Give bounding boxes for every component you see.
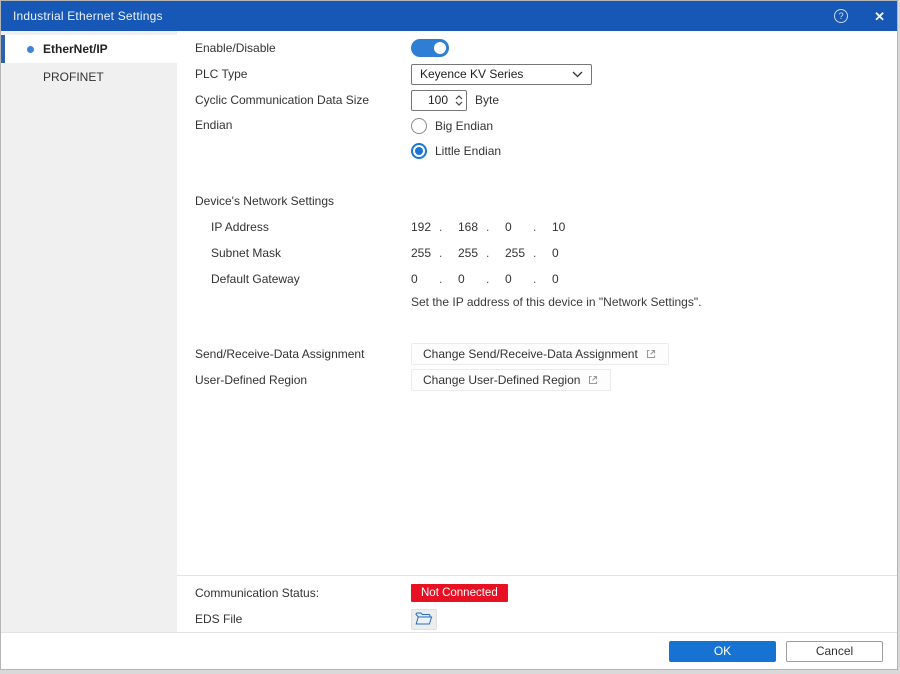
title-bar: Industrial Ethernet Settings ? ✕ (1, 1, 897, 31)
sidebar-item-profinet[interactable]: PROFINET (1, 63, 177, 91)
ip-address-label: IP Address (195, 220, 411, 234)
endian-label: Endian (195, 113, 411, 138)
plc-type-value: Keyence KV Series (420, 67, 523, 81)
endian-row: Endian Big Endian Little Endian (177, 113, 897, 163)
chevron-down-icon (455, 101, 463, 106)
network-settings-header: Device's Network Settings (195, 194, 334, 208)
subnet-mask-label: Subnet Mask (195, 246, 411, 260)
octet-separator: . (439, 272, 458, 286)
default-gateway-value: 0 . 0 . 0 . 0 (411, 272, 580, 286)
selected-bullet-icon (27, 46, 34, 53)
dialog-title: Industrial Ethernet Settings (13, 9, 163, 23)
chevron-down-icon (572, 71, 583, 78)
cyclic-data-size-row: Cyclic Communication Data Size 100 Byte (177, 87, 897, 113)
subnet-octet-3: 255 (505, 246, 533, 260)
byte-unit-label: Byte (475, 93, 499, 107)
ip-address-value: 192 . 168 . 0 . 10 (411, 220, 580, 234)
gateway-octet-3: 0 (505, 272, 533, 286)
plc-type-row: PLC Type Keyence KV Series (177, 61, 897, 87)
little-endian-label: Little Endian (435, 144, 501, 158)
region-label: User-Defined Region (195, 373, 411, 387)
enable-disable-row: Enable/Disable (177, 35, 897, 61)
change-assignment-button[interactable]: Change Send/Receive-Data Assignment (411, 343, 669, 365)
network-settings-header-row: Device's Network Settings (177, 188, 897, 214)
subnet-octet-2: 255 (458, 246, 486, 260)
octet-separator: . (486, 272, 505, 286)
open-eds-file-button[interactable] (411, 609, 437, 630)
help-icon[interactable]: ? (834, 9, 848, 23)
subnet-mask-value: 255 . 255 . 255 . 0 (411, 246, 580, 260)
gateway-octet-1: 0 (411, 272, 439, 286)
little-endian-option[interactable]: Little Endian (411, 138, 501, 163)
cyclic-data-size-input[interactable]: 100 (411, 90, 467, 111)
settings-panel: Enable/Disable PLC Type Keyence KV Serie… (177, 31, 897, 632)
octet-separator: . (533, 220, 552, 234)
change-region-label: Change User-Defined Region (423, 373, 580, 387)
spinner-arrows[interactable] (452, 95, 466, 106)
default-gateway-label: Default Gateway (195, 272, 411, 286)
assignment-label: Send/Receive-Data Assignment (195, 347, 411, 361)
ip-octet-2: 168 (458, 220, 486, 234)
sidebar-item-label: PROFINET (43, 70, 104, 84)
close-icon[interactable]: ✕ (874, 10, 885, 23)
ok-button[interactable]: OK (669, 641, 776, 662)
chevron-up-icon (455, 95, 463, 100)
change-region-button[interactable]: Change User-Defined Region (411, 369, 611, 391)
eds-file-row: EDS File (177, 606, 897, 632)
sidebar-item-label: EtherNet/IP (43, 42, 108, 56)
big-endian-option[interactable]: Big Endian (411, 113, 501, 138)
subnet-mask-row: Subnet Mask 255 . 255 . 255 . 0 (177, 240, 897, 266)
ip-octet-3: 0 (505, 220, 533, 234)
radio-icon (411, 118, 427, 134)
octet-separator: . (533, 246, 552, 260)
assignment-row: Send/Receive-Data Assignment Change Send… (177, 341, 897, 367)
ip-note-text: Set the IP address of this device in "Ne… (411, 295, 701, 309)
open-folder-icon (415, 612, 433, 626)
external-link-icon (587, 374, 599, 386)
default-gateway-row: Default Gateway 0 . 0 . 0 . 0 (177, 266, 897, 292)
external-link-icon (645, 348, 657, 360)
octet-separator: . (533, 272, 552, 286)
change-assignment-label: Change Send/Receive-Data Assignment (423, 347, 638, 361)
communication-status-row: Communication Status: Not Connected (177, 580, 897, 606)
cyclic-data-size-label: Cyclic Communication Data Size (195, 93, 411, 107)
big-endian-label: Big Endian (435, 119, 493, 133)
octet-separator: . (439, 246, 458, 260)
cyclic-data-size-value: 100 (412, 93, 452, 107)
octet-separator: . (486, 246, 505, 260)
ip-note-row: Set the IP address of this device in "Ne… (177, 292, 897, 312)
dialog-footer: OK Cancel (1, 632, 897, 669)
plc-type-label: PLC Type (195, 67, 411, 81)
toggle-knob-icon (434, 42, 446, 54)
status-badge: Not Connected (411, 584, 508, 602)
enable-toggle[interactable] (411, 39, 449, 57)
status-section-divider (177, 575, 897, 576)
cancel-button[interactable]: Cancel (786, 641, 883, 662)
communication-status-label: Communication Status: (195, 586, 411, 600)
ip-octet-1: 192 (411, 220, 439, 234)
sidebar: EtherNet/IP PROFINET (1, 31, 177, 632)
ip-address-row: IP Address 192 . 168 . 0 . 10 (177, 214, 897, 240)
sidebar-item-ethernet-ip[interactable]: EtherNet/IP (1, 35, 177, 63)
subnet-octet-4: 0 (552, 246, 580, 260)
region-row: User-Defined Region Change User-Defined … (177, 367, 897, 393)
octet-separator: . (439, 220, 458, 234)
subnet-octet-1: 255 (411, 246, 439, 260)
eds-file-label: EDS File (195, 612, 411, 626)
gateway-octet-2: 0 (458, 272, 486, 286)
enable-disable-label: Enable/Disable (195, 41, 411, 55)
gateway-octet-4: 0 (552, 272, 580, 286)
industrial-ethernet-settings-dialog: Industrial Ethernet Settings ? ✕ EtherNe… (0, 0, 898, 670)
radio-checked-icon (411, 143, 427, 159)
plc-type-dropdown[interactable]: Keyence KV Series (411, 64, 592, 85)
ip-octet-4: 10 (552, 220, 580, 234)
octet-separator: . (486, 220, 505, 234)
